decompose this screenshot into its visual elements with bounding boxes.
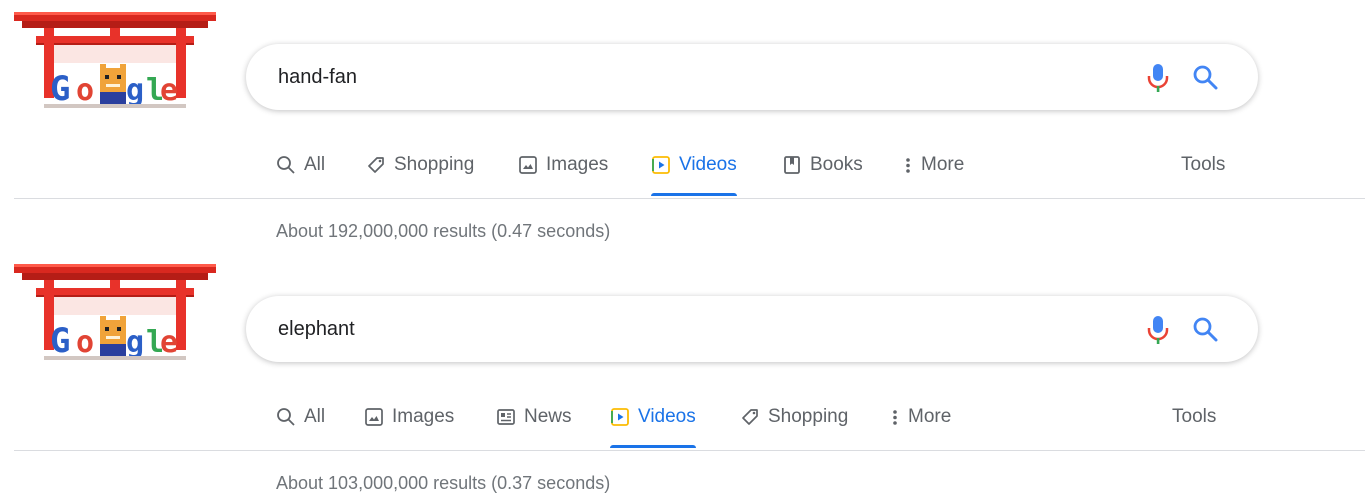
- image-icon: [519, 156, 537, 174]
- tab-all[interactable]: All: [276, 154, 325, 196]
- svg-text:o: o: [76, 325, 94, 360]
- tab-shopping[interactable]: Shopping: [366, 154, 474, 196]
- more-vert-icon: [893, 410, 897, 425]
- tab-news[interactable]: News: [496, 406, 572, 448]
- search-input[interactable]: hand-fan: [278, 66, 357, 89]
- search-icon: [277, 156, 295, 174]
- microphone-icon[interactable]: [1146, 62, 1170, 94]
- tag-icon: [742, 409, 758, 425]
- svg-text:g: g: [126, 73, 144, 108]
- tab-label: All: [304, 154, 326, 175]
- result-stats: About 192,000,000 results (0.47 seconds): [276, 221, 611, 241]
- search-results-header-1: G o g l e hand-fan All Shopping Images V…: [0, 0, 1365, 248]
- tab-shopping[interactable]: Shopping: [740, 406, 848, 448]
- tab-more[interactable]: More: [890, 406, 951, 448]
- search-icon[interactable]: [1192, 316, 1218, 342]
- tab-videos[interactable]: Videos: [651, 154, 737, 196]
- tab-label: Shopping: [768, 406, 849, 427]
- microphone-icon[interactable]: [1146, 314, 1170, 346]
- result-stats: About 103,000,000 results (0.37 seconds): [276, 473, 611, 493]
- search-box[interactable]: elephant: [246, 296, 1258, 362]
- tab-label: Images: [392, 406, 455, 427]
- tab-videos[interactable]: Videos: [610, 406, 696, 448]
- svg-text:G: G: [50, 69, 70, 109]
- image-icon: [365, 408, 383, 426]
- search-tabs: All Shopping Images Videos Books More To…: [0, 140, 1365, 196]
- video-icon: [652, 156, 670, 174]
- google-doodle-logo[interactable]: G o g l e: [14, 264, 216, 376]
- tab-label: More: [921, 154, 965, 175]
- more-vert-icon: [906, 158, 910, 173]
- tools-button[interactable]: Tools: [1181, 154, 1225, 176]
- tab-images[interactable]: Images: [364, 406, 454, 448]
- svg-text:G: G: [50, 321, 70, 361]
- svg-text:g: g: [126, 325, 144, 360]
- tools-button[interactable]: Tools: [1172, 406, 1216, 428]
- svg-text:e: e: [160, 73, 178, 108]
- tab-label: Videos: [638, 406, 696, 427]
- tab-label: More: [908, 406, 952, 427]
- search-icon: [277, 408, 295, 426]
- tab-label: Shopping: [394, 154, 475, 175]
- video-icon: [611, 408, 629, 426]
- active-tab-indicator: [610, 445, 696, 448]
- tab-label: Books: [810, 154, 863, 175]
- header-divider: [14, 450, 1365, 451]
- search-results-header-2: G o g l e elephant All Images News Video…: [0, 252, 1365, 500]
- tab-label: Videos: [679, 154, 737, 175]
- svg-text:o: o: [76, 73, 94, 108]
- book-icon: [784, 156, 800, 174]
- tab-books[interactable]: Books: [782, 154, 863, 196]
- tab-label: News: [524, 406, 572, 427]
- search-input[interactable]: elephant: [278, 318, 355, 341]
- search-icon[interactable]: [1192, 64, 1218, 90]
- google-doodle-logo[interactable]: G o g l e: [14, 12, 216, 124]
- svg-text:e: e: [160, 325, 178, 360]
- search-tabs: All Images News Videos Shopping More Too…: [0, 392, 1365, 448]
- header-divider: [14, 198, 1365, 199]
- tab-more[interactable]: More: [903, 154, 964, 196]
- tab-images[interactable]: Images: [518, 154, 608, 196]
- active-tab-indicator: [651, 193, 737, 196]
- search-box[interactable]: hand-fan: [246, 44, 1258, 110]
- tab-all[interactable]: All: [276, 406, 325, 448]
- news-icon: [497, 409, 515, 425]
- tab-label: Images: [546, 154, 609, 175]
- tab-label: All: [304, 406, 326, 427]
- tag-icon: [368, 157, 384, 173]
